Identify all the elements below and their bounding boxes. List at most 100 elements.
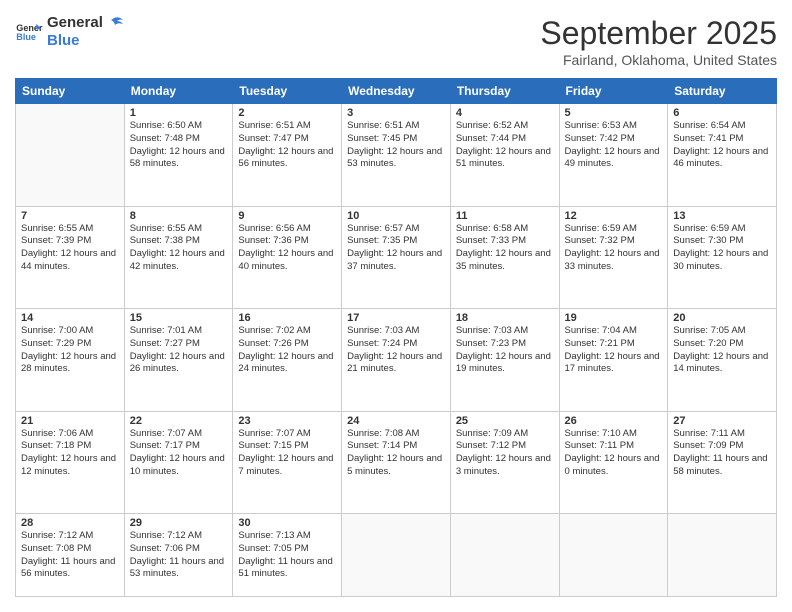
day-number: 23 <box>238 415 336 427</box>
sunset-label: Sunset: 7:32 PM <box>565 235 635 246</box>
sunrise-label: Sunrise: 7:09 AM <box>456 428 528 439</box>
daylight-label: Daylight: 12 hours and 44 minutes. <box>21 248 116 272</box>
daylight-label: Daylight: 12 hours and 0 minutes. <box>565 453 660 477</box>
day-number: 21 <box>21 415 119 427</box>
sunset-label: Sunset: 7:18 PM <box>21 440 91 451</box>
day-number: 4 <box>456 107 554 119</box>
sunrise-label: Sunrise: 7:08 AM <box>347 428 419 439</box>
logo-icon: General Blue <box>15 22 43 42</box>
table-row: 5 Sunrise: 6:53 AM Sunset: 7:42 PM Dayli… <box>559 104 668 207</box>
day-number: 24 <box>347 415 445 427</box>
table-row: 25 Sunrise: 7:09 AM Sunset: 7:12 PM Dayl… <box>450 411 559 514</box>
daylight-label: Daylight: 12 hours and 30 minutes. <box>673 248 768 272</box>
sunset-label: Sunset: 7:11 PM <box>565 440 635 451</box>
sunrise-label: Sunrise: 7:04 AM <box>565 325 637 336</box>
sunset-label: Sunset: 7:14 PM <box>347 440 417 451</box>
logo: General Blue General Blue <box>15 15 123 49</box>
daylight-label: Daylight: 12 hours and 49 minutes. <box>565 146 660 170</box>
table-row: 13 Sunrise: 6:59 AM Sunset: 7:30 PM Dayl… <box>668 206 777 309</box>
sunset-label: Sunset: 7:09 PM <box>673 440 743 451</box>
daylight-label: Daylight: 12 hours and 40 minutes. <box>238 248 333 272</box>
day-info: Sunrise: 7:10 AM Sunset: 7:11 PM Dayligh… <box>565 428 663 479</box>
sunset-label: Sunset: 7:05 PM <box>238 543 308 554</box>
table-row <box>559 514 668 597</box>
day-number: 14 <box>21 312 119 324</box>
table-row: 30 Sunrise: 7:13 AM Sunset: 7:05 PM Dayl… <box>233 514 342 597</box>
sunset-label: Sunset: 7:47 PM <box>238 133 308 144</box>
day-number: 3 <box>347 107 445 119</box>
day-info: Sunrise: 6:52 AM Sunset: 7:44 PM Dayligh… <box>456 120 554 171</box>
sunrise-label: Sunrise: 7:01 AM <box>130 325 202 336</box>
table-row: 14 Sunrise: 7:00 AM Sunset: 7:29 PM Dayl… <box>16 309 125 412</box>
day-info: Sunrise: 7:09 AM Sunset: 7:12 PM Dayligh… <box>456 428 554 479</box>
day-info: Sunrise: 7:05 AM Sunset: 7:20 PM Dayligh… <box>673 325 771 376</box>
table-row: 21 Sunrise: 7:06 AM Sunset: 7:18 PM Dayl… <box>16 411 125 514</box>
daylight-label: Daylight: 12 hours and 21 minutes. <box>347 351 442 375</box>
day-number: 18 <box>456 312 554 324</box>
week-row-4: 21 Sunrise: 7:06 AM Sunset: 7:18 PM Dayl… <box>16 411 777 514</box>
header-row: Sunday Monday Tuesday Wednesday Thursday… <box>16 79 777 104</box>
daylight-label: Daylight: 11 hours and 56 minutes. <box>21 556 115 580</box>
day-info: Sunrise: 6:54 AM Sunset: 7:41 PM Dayligh… <box>673 120 771 171</box>
day-number: 6 <box>673 107 771 119</box>
logo-general: General <box>47 15 103 32</box>
daylight-label: Daylight: 12 hours and 56 minutes. <box>238 146 333 170</box>
sunset-label: Sunset: 7:38 PM <box>130 235 200 246</box>
sunset-label: Sunset: 7:08 PM <box>21 543 91 554</box>
table-row: 7 Sunrise: 6:55 AM Sunset: 7:39 PM Dayli… <box>16 206 125 309</box>
week-row-1: 1 Sunrise: 6:50 AM Sunset: 7:48 PM Dayli… <box>16 104 777 207</box>
page: General Blue General Blue September 2025… <box>0 0 792 612</box>
day-number: 22 <box>130 415 228 427</box>
sunrise-label: Sunrise: 6:59 AM <box>565 223 637 234</box>
day-info: Sunrise: 7:03 AM Sunset: 7:24 PM Dayligh… <box>347 325 445 376</box>
day-info: Sunrise: 6:55 AM Sunset: 7:38 PM Dayligh… <box>130 223 228 274</box>
day-info: Sunrise: 7:08 AM Sunset: 7:14 PM Dayligh… <box>347 428 445 479</box>
daylight-label: Daylight: 12 hours and 37 minutes. <box>347 248 442 272</box>
sunset-label: Sunset: 7:24 PM <box>347 338 417 349</box>
table-row: 29 Sunrise: 7:12 AM Sunset: 7:06 PM Dayl… <box>124 514 233 597</box>
table-row: 11 Sunrise: 6:58 AM Sunset: 7:33 PM Dayl… <box>450 206 559 309</box>
daylight-label: Daylight: 12 hours and 33 minutes. <box>565 248 660 272</box>
sunset-label: Sunset: 7:20 PM <box>673 338 743 349</box>
daylight-label: Daylight: 12 hours and 51 minutes. <box>456 146 551 170</box>
sunset-label: Sunset: 7:23 PM <box>456 338 526 349</box>
sunset-label: Sunset: 7:48 PM <box>130 133 200 144</box>
day-number: 26 <box>565 415 663 427</box>
daylight-label: Daylight: 11 hours and 51 minutes. <box>238 556 332 580</box>
table-row: 17 Sunrise: 7:03 AM Sunset: 7:24 PM Dayl… <box>342 309 451 412</box>
header: General Blue General Blue September 2025… <box>15 15 777 68</box>
daylight-label: Daylight: 12 hours and 46 minutes. <box>673 146 768 170</box>
daylight-label: Daylight: 12 hours and 3 minutes. <box>456 453 551 477</box>
day-info: Sunrise: 7:13 AM Sunset: 7:05 PM Dayligh… <box>238 530 336 581</box>
daylight-label: Daylight: 12 hours and 42 minutes. <box>130 248 225 272</box>
sunset-label: Sunset: 7:21 PM <box>565 338 635 349</box>
day-info: Sunrise: 6:51 AM Sunset: 7:45 PM Dayligh… <box>347 120 445 171</box>
week-row-5: 28 Sunrise: 7:12 AM Sunset: 7:08 PM Dayl… <box>16 514 777 597</box>
table-row: 27 Sunrise: 7:11 AM Sunset: 7:09 PM Dayl… <box>668 411 777 514</box>
sunset-label: Sunset: 7:35 PM <box>347 235 417 246</box>
daylight-label: Daylight: 12 hours and 7 minutes. <box>238 453 333 477</box>
sunrise-label: Sunrise: 6:51 AM <box>347 120 419 131</box>
sunrise-label: Sunrise: 6:53 AM <box>565 120 637 131</box>
table-row: 26 Sunrise: 7:10 AM Sunset: 7:11 PM Dayl… <box>559 411 668 514</box>
table-row: 20 Sunrise: 7:05 AM Sunset: 7:20 PM Dayl… <box>668 309 777 412</box>
logo-bird-icon <box>105 16 123 30</box>
sunset-label: Sunset: 7:44 PM <box>456 133 526 144</box>
day-number: 16 <box>238 312 336 324</box>
daylight-label: Daylight: 12 hours and 17 minutes. <box>565 351 660 375</box>
sunset-label: Sunset: 7:39 PM <box>21 235 91 246</box>
sunset-label: Sunset: 7:26 PM <box>238 338 308 349</box>
title-area: September 2025 Fairland, Oklahoma, Unite… <box>540 15 777 68</box>
table-row: 9 Sunrise: 6:56 AM Sunset: 7:36 PM Dayli… <box>233 206 342 309</box>
day-number: 25 <box>456 415 554 427</box>
sunrise-label: Sunrise: 7:02 AM <box>238 325 310 336</box>
day-info: Sunrise: 7:11 AM Sunset: 7:09 PM Dayligh… <box>673 428 771 479</box>
sunrise-label: Sunrise: 7:10 AM <box>565 428 637 439</box>
sunrise-label: Sunrise: 7:11 AM <box>673 428 745 439</box>
day-number: 12 <box>565 210 663 222</box>
day-number: 5 <box>565 107 663 119</box>
sunrise-label: Sunrise: 7:07 AM <box>130 428 202 439</box>
sunrise-label: Sunrise: 7:00 AM <box>21 325 93 336</box>
sunrise-label: Sunrise: 6:51 AM <box>238 120 310 131</box>
sunrise-label: Sunrise: 6:56 AM <box>238 223 310 234</box>
